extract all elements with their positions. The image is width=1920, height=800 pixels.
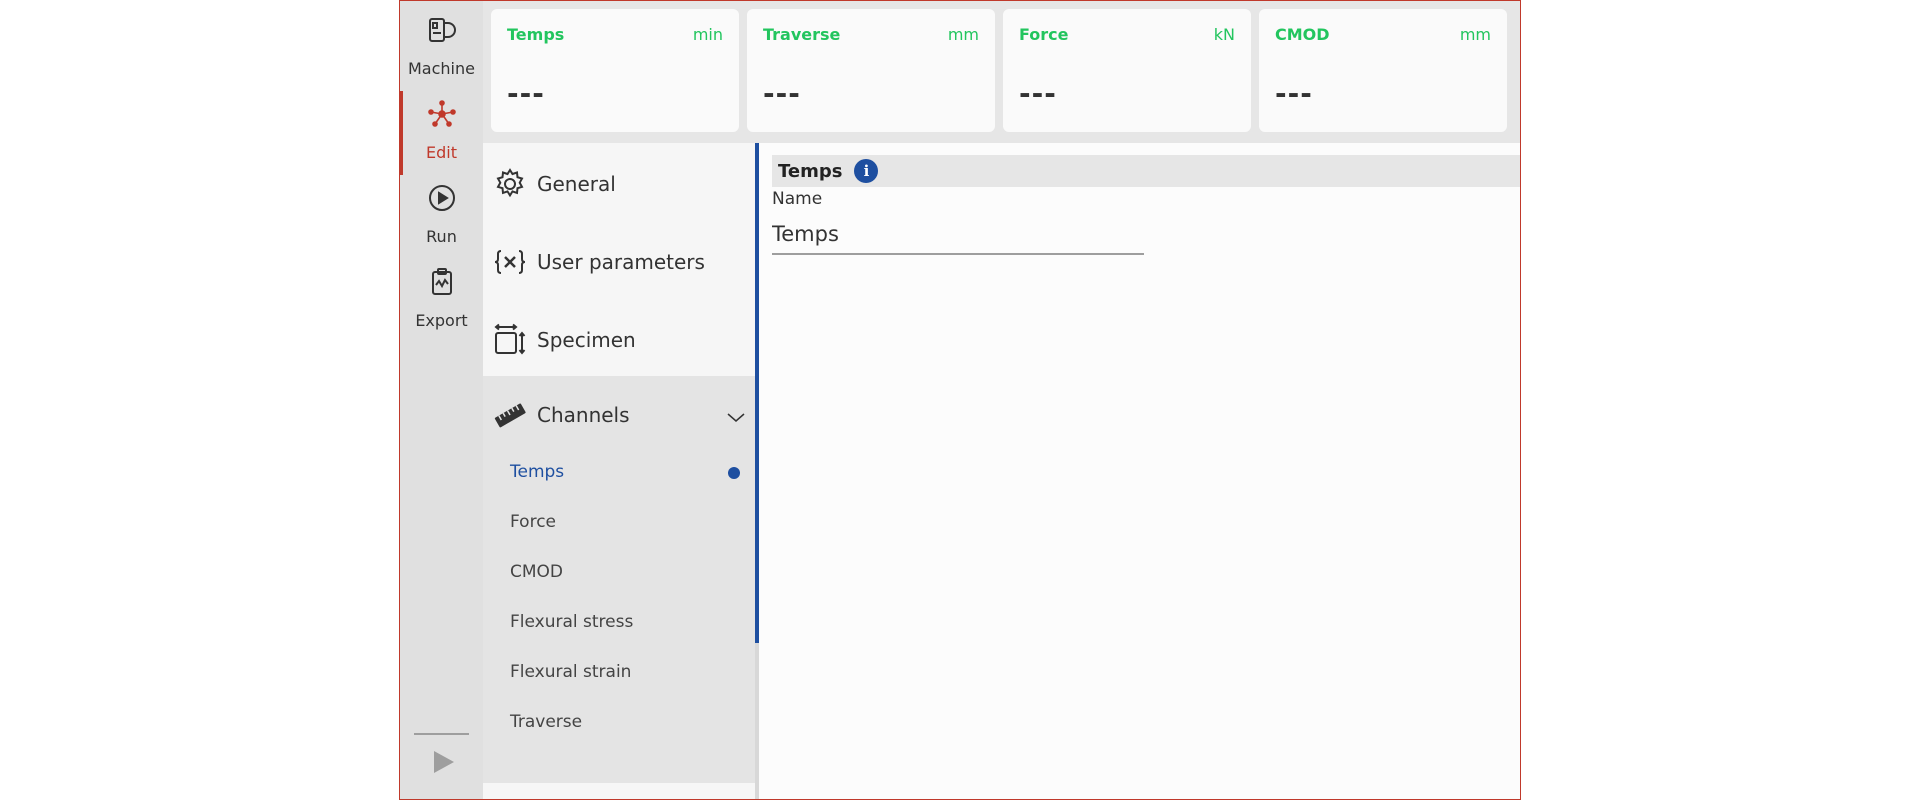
rail-item-edit[interactable]: Edit [400, 85, 483, 175]
machine-icon [427, 15, 457, 49]
rail-item-run[interactable]: Run [400, 169, 483, 253]
name-field[interactable] [772, 215, 1144, 255]
section-menu: General User parameters Specimen Channel… [483, 143, 755, 799]
readout-unit: mm [947, 25, 979, 44]
specimen-dimensions-icon [493, 323, 527, 357]
readout-card-force: Force kN --- [1003, 9, 1251, 132]
play-circle-icon [427, 183, 457, 217]
clipboard-icon [427, 267, 457, 301]
panel-divider [755, 643, 759, 799]
app-window: Machine Edit Run Export Temps min --- Tr… [399, 0, 1521, 800]
readout-value: --- [1275, 77, 1313, 110]
readout-name: Traverse [763, 25, 841, 44]
menu-item-specimen[interactable]: Specimen [483, 301, 755, 379]
name-field-label: Name [772, 189, 823, 209]
readout-value: --- [507, 77, 545, 110]
rail-label: Run [426, 227, 457, 246]
ruler-icon [493, 398, 527, 432]
rail-label: Export [415, 311, 468, 330]
menu-item-label: General [537, 172, 616, 196]
network-icon [427, 99, 457, 133]
readout-value: --- [1019, 77, 1057, 110]
menu-item-channels[interactable]: Channels [483, 376, 755, 454]
channel-item-traverse[interactable]: Traverse [510, 712, 582, 732]
start-test-button[interactable] [430, 749, 456, 775]
readout-value: --- [763, 77, 801, 110]
selected-indicator-dot [728, 467, 740, 479]
readout-name: Force [1019, 25, 1069, 44]
rail-item-machine[interactable]: Machine [400, 1, 483, 85]
variable-icon [493, 245, 527, 279]
channel-item-cmod[interactable]: CMOD [510, 562, 563, 582]
readout-unit: mm [1459, 25, 1491, 44]
channel-item-flexural-strain[interactable]: Flexural strain [510, 662, 631, 682]
info-icon[interactable]: i [854, 159, 879, 183]
section-header: Temps i [772, 155, 1520, 187]
section-title: Temps [778, 160, 843, 182]
channels-group: Channels Temps Force CMOD Flexural stres… [483, 376, 755, 783]
rail-label: Machine [408, 59, 475, 78]
chevron-down-icon [727, 408, 745, 422]
channel-item-force[interactable]: Force [510, 512, 556, 532]
readout-name: Temps [507, 25, 565, 44]
channel-item-flexural-stress[interactable]: Flexural stress [510, 612, 633, 632]
readout-card-temps: Temps min --- [491, 9, 739, 132]
readout-unit: kN [1213, 25, 1235, 44]
channel-readouts: Temps min --- Traverse mm --- Force kN -… [483, 1, 1520, 143]
menu-item-label: Specimen [537, 328, 636, 352]
menu-item-label: Channels [537, 403, 630, 427]
rail-label: Edit [426, 143, 457, 162]
rail-divider [414, 733, 469, 735]
menu-item-user-parameters[interactable]: User parameters [483, 223, 755, 301]
readout-unit: min [692, 25, 723, 44]
gear-icon [493, 167, 527, 201]
play-icon [430, 751, 456, 779]
readout-card-traverse: Traverse mm --- [747, 9, 995, 132]
channel-editor: Temps i Name [755, 143, 1520, 799]
menu-item-label: User parameters [537, 250, 705, 274]
menu-item-general[interactable]: General [483, 145, 755, 223]
readout-name: CMOD [1275, 25, 1330, 44]
readout-card-cmod: CMOD mm --- [1259, 9, 1507, 132]
rail-item-export[interactable]: Export [400, 253, 483, 337]
nav-rail: Machine Edit Run Export [400, 1, 483, 799]
channel-item-temps[interactable]: Temps [510, 462, 564, 482]
